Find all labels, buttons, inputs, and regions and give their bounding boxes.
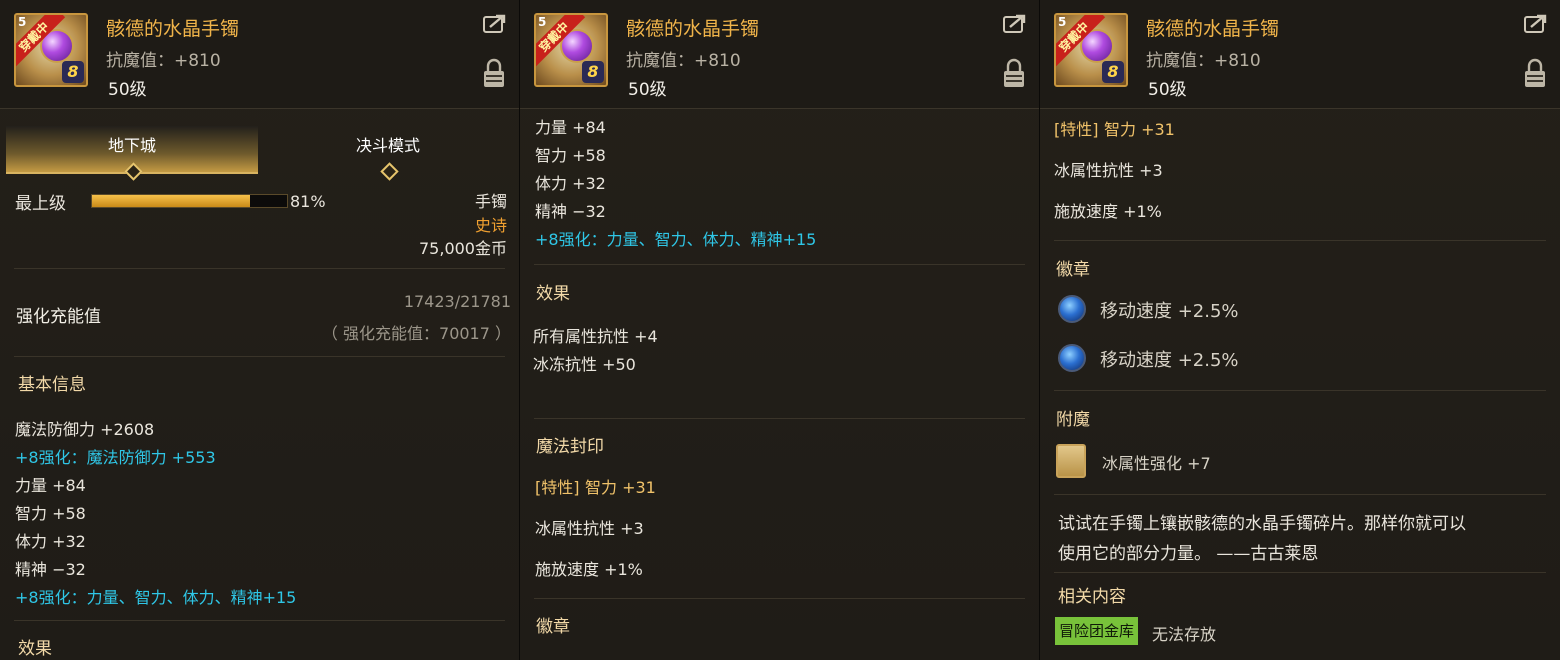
item-level: 50级 [1148, 80, 1187, 100]
enchant-line: 冰属性强化 +7 [1102, 454, 1211, 473]
bracelet-item-icon: 5 穿戴中 8 [14, 13, 88, 87]
stat-line: 智力 +58 [535, 146, 606, 165]
item-name: 骸德的水晶手镯 [1146, 18, 1280, 40]
item-header: 5 穿戴中 8 骸德的水晶手镯 抗魔值：+810 50级 [520, 0, 1039, 109]
icon-level-corner: 5 [1058, 15, 1067, 29]
lock-icon[interactable] [483, 58, 505, 88]
bracelet-item-icon: 5 穿戴中 8 [1054, 13, 1128, 87]
enhance-badge: 8 [582, 61, 604, 83]
emblem-line: 移动速度 +2.5% [1100, 301, 1239, 322]
divider [14, 268, 505, 269]
seal-line: 智力 +31 [585, 478, 656, 497]
item-price: 75,000金币 [419, 239, 507, 258]
tab-duel[interactable]: 决斗模式 [262, 126, 514, 181]
item-header: 5 穿戴中 8 骸德的水晶手镯 抗魔值：+810 50级 [1040, 0, 1560, 109]
divider [534, 598, 1025, 599]
enhance-badge: 8 [1102, 61, 1124, 83]
enhance-badge: 8 [62, 61, 84, 83]
lock-icon[interactable] [1003, 58, 1025, 88]
item-rarity: 史诗 [474, 216, 507, 235]
seal-line: 冰属性抗性 +3 [535, 519, 644, 538]
grade-percent: 81% [290, 192, 326, 211]
blue-emblem-icon [1058, 344, 1086, 372]
emblem-title: 徽章 [536, 617, 570, 637]
item-level: 50级 [108, 80, 147, 100]
charge-detail: （ 强化充能值：70017 ） [321, 324, 511, 343]
tab-indicator-icon [380, 162, 399, 181]
divider [14, 356, 505, 357]
stat-line: 体力 +32 [535, 174, 606, 193]
related-title: 相关内容 [1058, 587, 1126, 607]
lock-icon[interactable] [1524, 58, 1546, 88]
enchant-card-icon [1056, 444, 1086, 478]
stat-line: +8强化：力量、智力、体力、精神+15 [15, 588, 297, 607]
item-main-stat: 抗魔值：+810 [626, 51, 741, 71]
tooltip-panel-2: 5 穿戴中 8 骸德的水晶手镯 抗魔值：+810 50级 力量 +84 智力 +… [520, 0, 1040, 660]
tab-dungeon-label: 地下城 [107, 136, 156, 155]
blue-emblem-icon [1058, 295, 1086, 323]
tooltip-panel-3: 5 穿戴中 8 骸德的水晶手镯 抗魔值：+810 50级 [特性] 智力 +31… [1040, 0, 1560, 660]
divider [1054, 240, 1546, 241]
stat-line: 精神 −32 [535, 202, 606, 221]
share-icon[interactable] [1524, 14, 1548, 34]
stat-line: 体力 +32 [15, 532, 86, 551]
tab-dungeon[interactable]: 地下城 [6, 126, 258, 181]
item-main-stat: 抗魔值：+810 [1146, 51, 1261, 71]
emblem-line: 移动速度 +2.5% [1100, 350, 1239, 371]
emblem-title: 徽章 [1056, 260, 1090, 280]
tab-indicator-icon [124, 162, 143, 181]
effect-line: 冰冻抗性 +50 [533, 355, 636, 374]
related-text: 无法存放 [1152, 625, 1217, 644]
effect-line: 所有属性抗性 +4 [533, 327, 658, 346]
basic-info-title: 基本信息 [18, 375, 86, 395]
grade-label: 最上级 [15, 194, 66, 214]
item-type: 手镯 [474, 192, 507, 211]
magic-seal-title: 魔法封印 [536, 437, 604, 457]
item-header: 5 穿戴中 8 骸德的水晶手镯 抗魔值：+810 50级 [0, 0, 519, 109]
item-name: 骸德的水晶手镯 [106, 18, 240, 40]
enchant-title: 附魔 [1056, 410, 1090, 430]
mode-tabs: 地下城 决斗模式 [6, 126, 514, 181]
stat-line: 魔法防御力 +2608 [15, 420, 155, 439]
effect-title: 效果 [536, 284, 570, 304]
stat-line: 精神 −32 [15, 560, 86, 579]
divider [1054, 572, 1546, 573]
flavor-text-line2: 使用它的部分力量。 ——古古莱恩 [1058, 544, 1319, 564]
divider [534, 264, 1025, 265]
tab-duel-label: 决斗模式 [355, 136, 420, 155]
tooltip-panel-1: 5 穿戴中 8 骸德的水晶手镯 抗魔值：+810 50级 地下城 决斗模式 最上… [0, 0, 520, 660]
grade-progress-bar [91, 194, 288, 208]
seal-line: 智力 +31 [1104, 120, 1175, 139]
effect-title: 效果 [18, 639, 52, 659]
divider [1054, 494, 1546, 495]
bracelet-item-icon: 5 穿戴中 8 [534, 13, 608, 87]
item-name: 骸德的水晶手镯 [626, 18, 760, 40]
stat-line: +8强化：魔法防御力 +553 [15, 448, 216, 467]
seal-trait-prefix: [特性] [535, 478, 580, 497]
seal-line: 施放速度 +1% [1054, 202, 1162, 221]
divider [534, 418, 1025, 419]
charge-value: 17423/21781 [403, 292, 511, 311]
stat-line: +8强化：力量、智力、体力、精神+15 [535, 230, 817, 249]
charge-label: 强化充能值 [16, 307, 101, 327]
icon-level-corner: 5 [538, 15, 547, 29]
share-icon[interactable] [483, 14, 507, 34]
divider [14, 620, 505, 621]
stat-line: 力量 +84 [15, 476, 86, 495]
stat-line: 智力 +58 [15, 504, 86, 523]
seal-line: 冰属性抗性 +3 [1054, 161, 1163, 180]
item-main-stat: 抗魔值：+810 [106, 51, 221, 71]
divider [1054, 390, 1546, 391]
share-icon[interactable] [1003, 14, 1027, 34]
seal-trait-prefix: [特性] [1054, 120, 1099, 139]
flavor-text-line1: 试试在手镯上镶嵌骸德的水晶手镯碎片。那样你就可以 [1058, 514, 1466, 534]
stat-line: 力量 +84 [535, 118, 606, 137]
grade-progress-fill [92, 195, 250, 207]
seal-line: 施放速度 +1% [535, 560, 643, 579]
adventure-vault-tag: 冒险团金库 [1055, 617, 1139, 645]
item-level: 50级 [628, 80, 667, 100]
icon-level-corner: 5 [18, 15, 27, 29]
